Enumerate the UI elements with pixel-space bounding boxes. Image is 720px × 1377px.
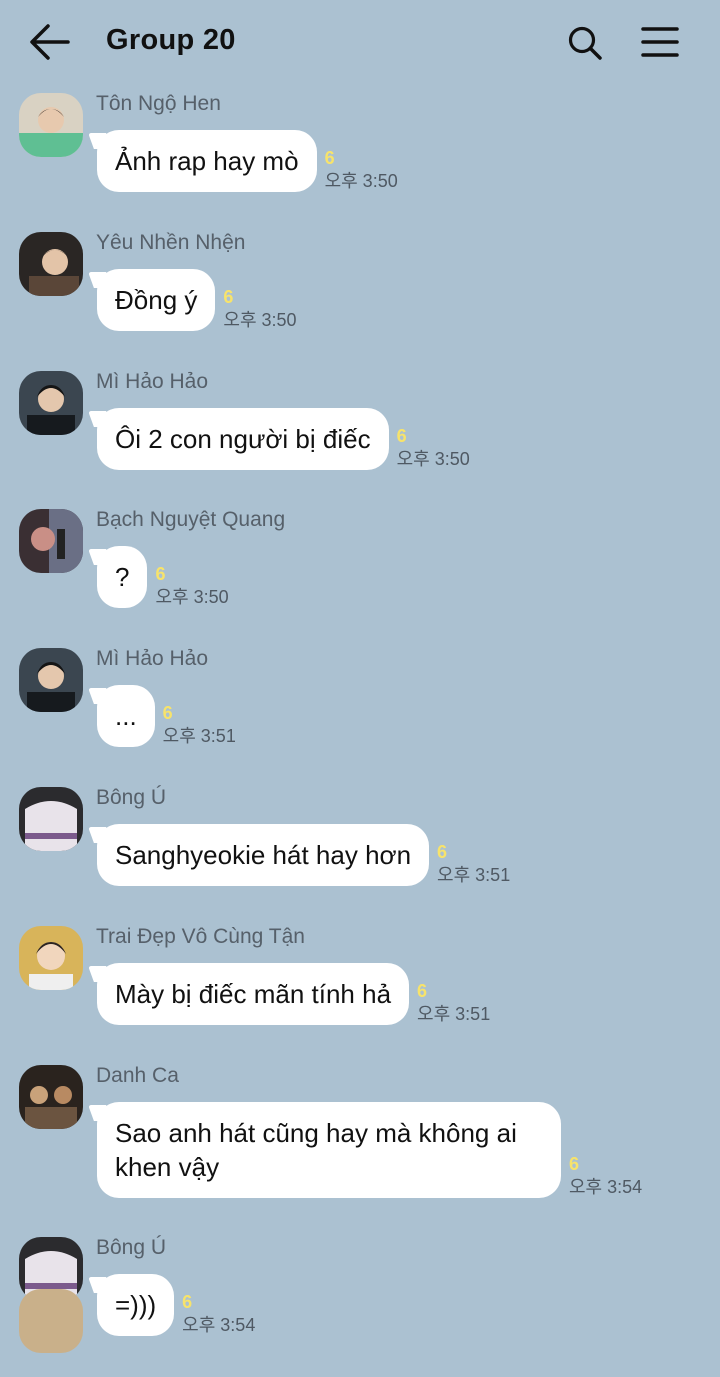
message-item: Yêu Nhền Nhện Đồng ý 6 오후 3:50 [0, 225, 720, 364]
message-row: ? 6 오후 3:50 [97, 546, 229, 610]
message-row: Ảnh rap hay mò 6 오후 3:50 [97, 130, 398, 192]
unread-count: 6 [182, 1291, 193, 1312]
message-item: Mì Hảo Hảo ... 6 오후 3:51 [0, 641, 720, 780]
message-row: Ôi 2 con người bị điếc 6 오후 3:50 [97, 407, 470, 472]
message-row: Mày bị điếc mãn tính hả 6 오후 3:51 [97, 962, 490, 1027]
avatar-photo [19, 93, 83, 157]
unread-count: 6 [162, 703, 173, 724]
back-button[interactable] [28, 22, 72, 62]
message-bubble[interactable]: Sao anh hát cũng hay mà không ai khen vậ… [97, 1101, 561, 1198]
search-button[interactable] [566, 24, 604, 62]
avatar-photo [19, 370, 83, 435]
message-row: Sanghyeokie hát hay hơn 6 오후 3:51 [97, 823, 510, 888]
avatar[interactable] [19, 509, 83, 574]
message-meta: 6 오후 3:51 [417, 981, 490, 1027]
hamburger-menu-icon [641, 27, 679, 57]
message-time: 오후 3:54 [182, 1314, 256, 1335]
message-time: 오후 3:51 [162, 726, 236, 747]
sender-name: Mì Hảo Hảo [96, 369, 209, 393]
message-row: Đồng ý 6 오후 3:50 [97, 268, 297, 333]
message-bubble[interactable]: Sanghyeokie hát hay hơn [97, 823, 430, 886]
menu-button[interactable] [640, 25, 680, 59]
sender-name: Bạch Nguyệt Quang [96, 508, 286, 532]
avatar[interactable] [19, 1064, 83, 1129]
message-meta: 6 오후 3:50 [397, 426, 470, 472]
unread-count: 6 [223, 286, 234, 307]
chat-title: Group 20 [106, 24, 236, 56]
sender-name: Danh Ca [96, 1063, 179, 1087]
unread-count: 6 [324, 148, 335, 168]
sender-name: Bông Ú [96, 785, 167, 809]
avatar[interactable] [19, 231, 83, 296]
unread-count: 6 [155, 564, 166, 585]
avatar[interactable] [19, 370, 83, 435]
message-time: 오후 3:50 [324, 171, 398, 191]
message-meta: 6 오후 3:50 [325, 148, 398, 194]
message-item: Tôn Ngộ Hen Ảnh rap hay mò 6 오후 3:50 [0, 86, 720, 225]
message-meta: 6 오후 3:50 [223, 287, 296, 333]
avatar-photo [19, 648, 83, 713]
message-bubble[interactable]: ... [97, 685, 155, 748]
message-time: 오후 3:54 [569, 1176, 643, 1197]
unread-count: 6 [437, 841, 448, 862]
message-item: Danh Ca Sao anh hát cũng hay mà không ai… [0, 1058, 720, 1230]
avatar[interactable] [19, 925, 83, 990]
sender-name: Trai Đẹp Vô Cùng Tận [96, 924, 305, 948]
message-meta: 6 오후 3:51 [163, 703, 236, 749]
message-item: Mì Hảo Hảo Ôi 2 con người bị điếc 6 오후 3… [0, 364, 720, 503]
avatar[interactable] [19, 93, 83, 157]
message-bubble[interactable]: =))) [97, 1273, 175, 1336]
message-bubble[interactable]: Đồng ý [97, 268, 216, 331]
message-bubble[interactable]: Mày bị điếc mãn tính hả [97, 962, 410, 1025]
message-time: 오후 3:51 [437, 864, 511, 885]
sender-name: Tôn Ngộ Hen [96, 92, 221, 115]
message-meta: 6 오후 3:51 [437, 842, 510, 888]
avatar-photo [19, 786, 83, 851]
avatar[interactable] [19, 648, 83, 713]
message-meta: 6 오후 3:54 [182, 1292, 255, 1338]
avatar-photo [19, 231, 83, 296]
unread-count: 6 [417, 980, 428, 1001]
arrow-left-icon [30, 24, 70, 60]
message-item: Bông Ú Sanghyeokie hát hay hơn 6 오후 3:51 [0, 780, 720, 919]
unread-count: 6 [569, 1153, 580, 1174]
message-row: ... 6 오후 3:51 [97, 685, 236, 749]
message-time: 오후 3:51 [417, 1003, 491, 1024]
message-meta: 6 오후 3:54 [569, 1154, 642, 1200]
message-item: Trai Đẹp Vô Cùng Tận Mày bị điếc mãn tín… [0, 919, 720, 1058]
avatar-photo [19, 509, 83, 574]
message-time: 오후 3:50 [223, 309, 297, 330]
search-icon [568, 26, 602, 60]
message-time: 오후 3:50 [155, 587, 229, 608]
message-item: Bạch Nguyệt Quang ? 6 오후 3:50 [0, 502, 720, 641]
sender-name: Yêu Nhền Nhện [96, 230, 246, 254]
avatar[interactable] [19, 1289, 83, 1353]
avatar-photo [19, 1064, 83, 1129]
avatar-photo [19, 925, 83, 990]
message-row: =))) 6 오후 3:54 [97, 1273, 255, 1338]
message-list[interactable]: Tôn Ngộ Hen Ảnh rap hay mò 6 오후 3:50 Yêu… [0, 86, 720, 1377]
unread-count: 6 [396, 425, 407, 446]
message-meta: 6 오후 3:50 [155, 564, 228, 610]
chat-header: Group 20 [0, 0, 720, 86]
message-time: 오후 3:50 [396, 448, 470, 469]
avatar[interactable] [19, 786, 83, 851]
message-bubble[interactable]: ? [97, 546, 148, 609]
message-item: Bông Ú =))) 6 오후 3:54 [0, 1230, 720, 1369]
message-bubble[interactable]: Ảnh rap hay mò [97, 130, 317, 192]
message-bubble[interactable]: Ôi 2 con người bị điếc [97, 407, 389, 470]
message-row: Sao anh hát cũng hay mà không ai khen vậ… [97, 1101, 642, 1200]
sender-name: Mì Hảo Hảo [96, 647, 209, 671]
sender-name: Bông Ú [96, 1235, 167, 1259]
